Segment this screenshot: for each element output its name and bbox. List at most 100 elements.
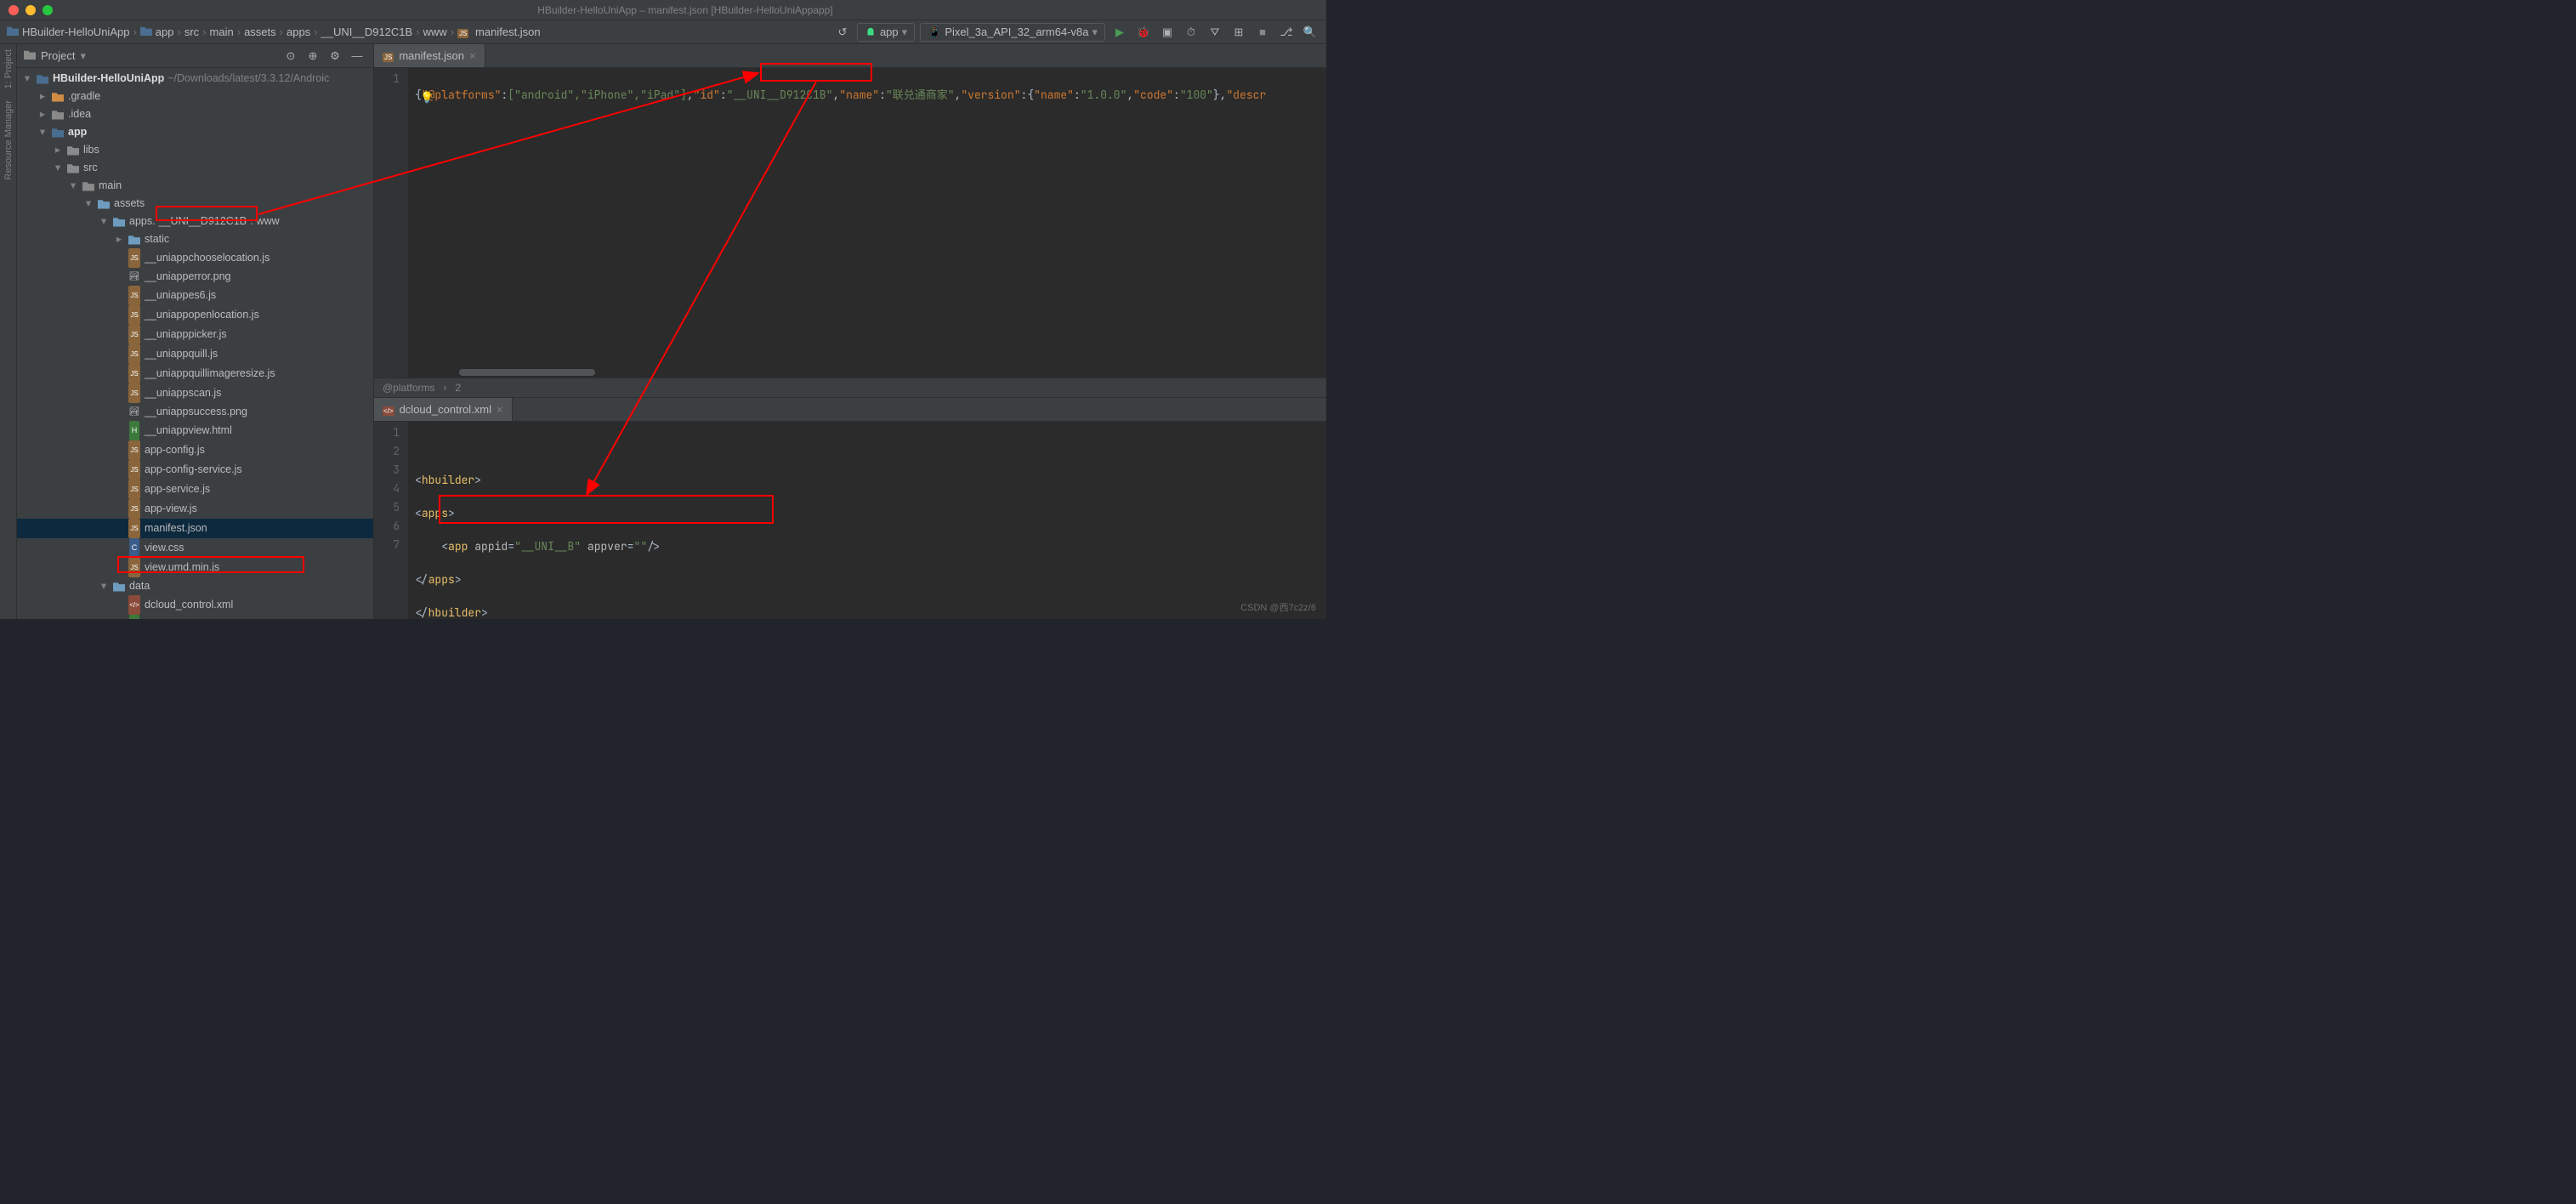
search-icon[interactable]: 🔍: [1301, 23, 1319, 42]
chevron-down-icon: ▾: [902, 26, 908, 39]
tree-file-manifest[interactable]: manifest.json: [17, 519, 373, 538]
close-tab-icon[interactable]: ×: [496, 403, 503, 416]
tree-file[interactable]: __uniappquill.js: [17, 344, 373, 364]
tree-file[interactable]: __uniapperror.png: [17, 268, 373, 286]
tree-src[interactable]: ▾src: [17, 159, 373, 177]
code-area-json[interactable]: {"@platforms":["android","iPhone","iPad"…: [408, 68, 1326, 378]
tree-file[interactable]: dcloud_error.html: [17, 615, 373, 619]
project-tool-tab[interactable]: 1: Project: [3, 49, 14, 88]
editor-top[interactable]: 1 {"@platforms":["android","iPhone","iPa…: [374, 68, 1326, 378]
editor-breadcrumb[interactable]: @platforms › 2: [374, 378, 1326, 398]
tree-main[interactable]: ▾main: [17, 177, 373, 195]
stop-icon[interactable]: ■: [1253, 23, 1272, 42]
tab-manifest[interactable]: manifest.json ×: [374, 44, 485, 67]
crumb-file: manifest.json: [457, 26, 541, 38]
line-gutter: 1: [374, 68, 408, 378]
profile-icon[interactable]: ⏱: [1182, 23, 1200, 42]
chevron-down-icon: ▾: [1092, 26, 1098, 39]
resource-manager-tab[interactable]: Resource Manager: [3, 100, 14, 180]
tree-appid-label: __UNI__D912C1B: [159, 213, 247, 230]
code-area-xml[interactable]: <hbuilder> <apps> <app appid="__UNI__B" …: [408, 422, 1326, 619]
workbench: 1: Project Resource Manager Project ▾ ⊙ …: [0, 44, 1326, 619]
xml-app-line: <app appid="__UNI__B" appver=""/>: [415, 539, 1319, 558]
run-config-label: app: [880, 26, 899, 38]
android-icon: [865, 26, 877, 38]
tree-file[interactable]: __uniappchooselocation.js: [17, 248, 373, 268]
tree-file[interactable]: __uniapppicker.js: [17, 325, 373, 344]
attach-debugger-icon[interactable]: ⛛: [1206, 23, 1224, 42]
tree-file[interactable]: app-service.js: [17, 480, 373, 499]
tab-dcloud-control[interactable]: dcloud_control.xml ×: [374, 398, 513, 421]
left-tool-strip: 1: Project Resource Manager: [0, 44, 17, 619]
expand-all-icon[interactable]: ⊕: [304, 47, 322, 65]
tree-dcloud-control[interactable]: dcloud_control.xml: [17, 595, 373, 615]
project-tree[interactable]: ▾ HBuilder-HelloUniApp ~/Downloads/lates…: [17, 68, 373, 619]
tree-file[interactable]: app-config.js: [17, 440, 373, 460]
run-config-selector[interactable]: app ▾: [857, 23, 915, 42]
tab-label: dcloud_control.xml: [400, 403, 491, 416]
close-window-icon[interactable]: [9, 5, 19, 15]
json-id-value: "__UNI__D912C1B": [727, 88, 833, 102]
git-icon[interactable]: ⎇: [1277, 23, 1296, 42]
crumb-www[interactable]: www: [423, 26, 447, 38]
tree-file[interactable]: __uniappview.html: [17, 421, 373, 440]
crumb-index[interactable]: 2: [456, 382, 462, 394]
hide-icon[interactable]: —: [348, 47, 366, 65]
device-label: Pixel_3a_API_32_arm64-v8a: [945, 26, 1088, 38]
editor-area: manifest.json × 1 {"@platforms":["androi…: [374, 44, 1326, 619]
crumb-appid[interactable]: __UNI__D912C1B: [321, 26, 413, 38]
crumb-text[interactable]: HBuilder-HelloUniApp: [22, 26, 129, 38]
close-tab-icon[interactable]: ×: [469, 49, 476, 62]
crumb-assets[interactable]: assets: [244, 26, 276, 38]
tree-file[interactable]: view.css: [17, 538, 373, 558]
coverage-icon[interactable]: ▣: [1158, 23, 1177, 42]
editor-tabbar-bottom: dcloud_control.xml ×: [374, 398, 1326, 422]
tree-file[interactable]: __uniappsuccess.png: [17, 403, 373, 421]
run-toolbar: ↺ app ▾ 📱 Pixel_3a_API_32_arm64-v8a ▾ ▶ …: [833, 23, 1319, 42]
editor-bottom-pane: dcloud_control.xml × 1 2 3 4 5 6 7 <hbui…: [374, 398, 1326, 619]
crumb-apps[interactable]: apps: [287, 26, 310, 38]
tree-file[interactable]: view.umd.min.js: [17, 558, 373, 577]
tree-gradle[interactable]: ▸.gradle: [17, 88, 373, 105]
device-selector[interactable]: 📱 Pixel_3a_API_32_arm64-v8a ▾: [920, 23, 1105, 42]
run-icon[interactable]: ▶: [1110, 23, 1129, 42]
tree-file[interactable]: __uniappopenlocation.js: [17, 305, 373, 325]
sync-icon[interactable]: ↺: [833, 23, 852, 42]
tree-data[interactable]: ▾data: [17, 577, 373, 595]
window-title: HBuilder-HelloUniApp – manifest.json [HB…: [53, 4, 1318, 16]
tree-assets[interactable]: ▾assets: [17, 195, 373, 213]
tree-file[interactable]: __uniappquillimageresize.js: [17, 364, 373, 383]
tree-file[interactable]: app-config-service.js: [17, 460, 373, 480]
horizontal-scrollbar[interactable]: [459, 369, 595, 376]
project-header: Project ▾ ⊙ ⊕ ⚙ —: [17, 44, 373, 68]
phone-icon: 📱: [928, 26, 941, 39]
tree-file[interactable]: app-view.js: [17, 499, 373, 519]
breadcrumb[interactable]: HBuilder-HelloUniApp › app › src › main …: [7, 26, 830, 38]
tree-file[interactable]: __uniappes6.js: [17, 286, 373, 305]
tree-file[interactable]: __uniappscan.js: [17, 383, 373, 403]
minimize-window-icon[interactable]: [26, 5, 36, 15]
intention-bulb-icon[interactable]: 💡: [420, 90, 432, 102]
tree-libs[interactable]: ▸libs: [17, 141, 373, 159]
maximize-window-icon[interactable]: [43, 5, 53, 15]
tree-root[interactable]: ▾ HBuilder-HelloUniApp ~/Downloads/lates…: [17, 70, 373, 88]
line-gutter: 1 2 3 4 5 6 7: [374, 422, 408, 619]
app-inspection-icon[interactable]: ⊞: [1229, 23, 1248, 42]
crumb-platforms[interactable]: @platforms: [383, 382, 435, 394]
navigation-bar: HBuilder-HelloUniApp › app › src › main …: [0, 20, 1326, 44]
select-opened-file-icon[interactable]: ⊙: [281, 47, 300, 65]
crumb-src[interactable]: src: [184, 26, 199, 38]
chevron-right-icon: ›: [133, 26, 136, 38]
tree-idea[interactable]: ▸.idea: [17, 105, 373, 123]
editor-tabbar-top: manifest.json ×: [374, 44, 1326, 68]
debug-icon[interactable]: 🐞: [1134, 23, 1153, 42]
tree-app[interactable]: ▾app: [17, 123, 373, 141]
tree-static[interactable]: ▸static: [17, 230, 373, 248]
crumb-main[interactable]: main: [210, 26, 234, 38]
project-panel: Project ▾ ⊙ ⊕ ⚙ — ▾ HBuilder-HelloUniApp…: [17, 44, 374, 619]
project-dropdown[interactable]: Project: [41, 49, 75, 62]
editor-bottom[interactable]: 1 2 3 4 5 6 7 <hbuilder> <apps> <app app…: [374, 422, 1326, 619]
tree-apps-row[interactable]: ▾ apps.__UNI__D912C1B.www: [17, 213, 373, 230]
titlebar: HBuilder-HelloUniApp – manifest.json [HB…: [0, 0, 1326, 20]
gear-icon[interactable]: ⚙: [326, 47, 344, 65]
